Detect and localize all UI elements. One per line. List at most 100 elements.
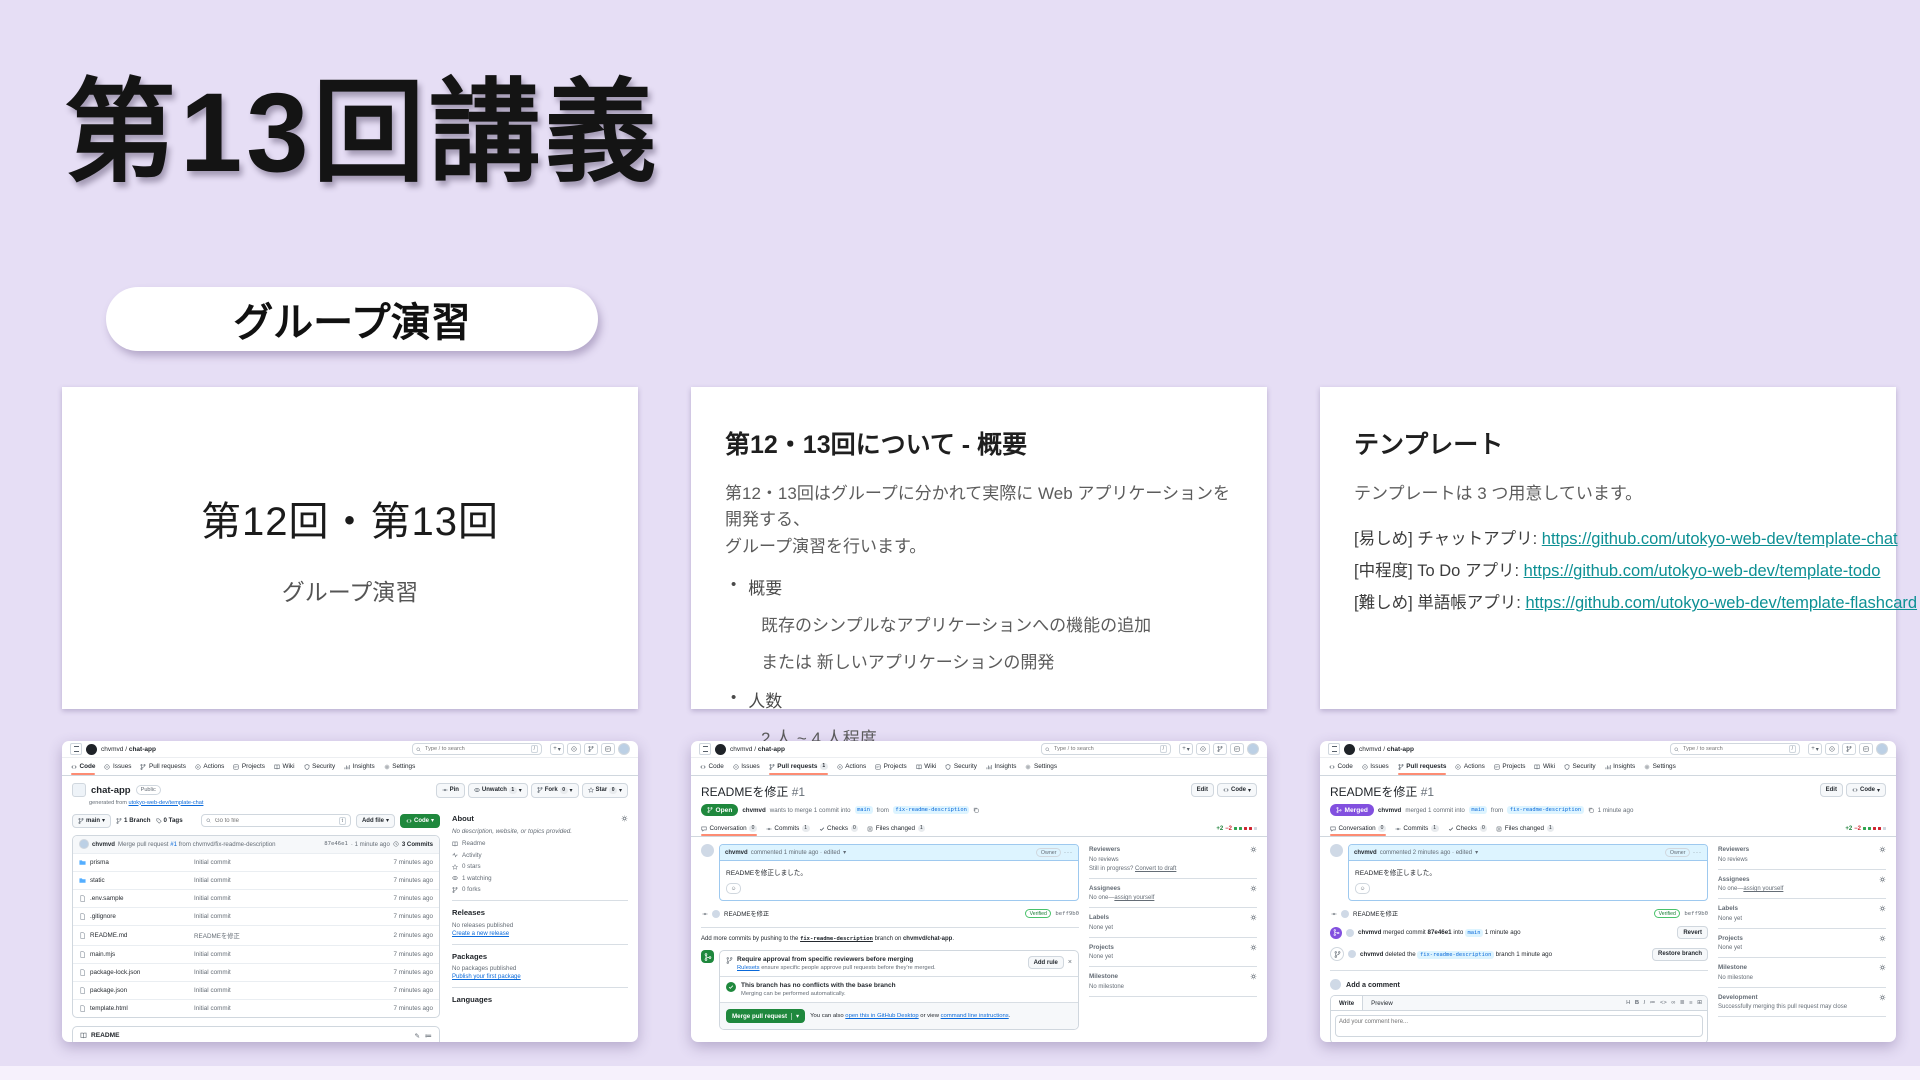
global-search[interactable]: / — [1041, 743, 1171, 755]
tab-wiki[interactable]: Wiki — [274, 758, 295, 775]
commit-hash[interactable]: 87e46e1 — [324, 841, 348, 847]
issues-icon-button[interactable] — [1196, 743, 1210, 755]
stars-link[interactable]: 0 stars — [452, 863, 628, 870]
pull-requests-icon-button[interactable] — [584, 743, 598, 755]
tab-settings[interactable]: Settings — [384, 758, 416, 775]
inbox-icon-button[interactable] — [1859, 743, 1873, 755]
pull-requests-icon-button[interactable] — [1213, 743, 1227, 755]
gear-icon[interactable] — [1879, 876, 1886, 883]
gear-icon[interactable] — [1879, 964, 1886, 971]
github-logo-icon[interactable] — [86, 744, 97, 755]
numbered-list-icon[interactable]: ≣ — [1680, 1000, 1685, 1006]
edit-button[interactable]: Edit — [1820, 783, 1843, 797]
outline-icon[interactable]: ≔ — [425, 1032, 432, 1040]
tab-insights[interactable]: Insights — [344, 758, 375, 775]
breadcrumb[interactable]: chvmvd / chat-app — [730, 746, 785, 753]
quote-icon[interactable]: ≔ — [1650, 1000, 1656, 1006]
tab-checks[interactable]: Checks0 — [819, 821, 859, 836]
tab-pull-requests[interactable]: Pull requests1 — [769, 758, 828, 775]
template-chat-link[interactable]: https://github.com/utokyo-web-dev/templa… — [1542, 530, 1898, 548]
github-logo-icon[interactable] — [1344, 744, 1355, 755]
commit-hash[interactable]: beff9b0 — [1055, 911, 1079, 917]
create-new-button[interactable]: +▾ — [1808, 743, 1822, 755]
tab-projects[interactable]: Projects — [1494, 758, 1526, 775]
template-flashcard-link[interactable]: https://github.com/utokyo-web-dev/templa… — [1525, 594, 1917, 612]
hamburger-icon[interactable] — [70, 743, 82, 755]
tasklist-icon[interactable]: ⊞ — [1697, 1000, 1702, 1006]
edit-button[interactable]: Edit — [1191, 783, 1214, 797]
template-source-link[interactable]: utokyo-web-dev/template-chat — [129, 800, 204, 806]
global-search[interactable]: / — [412, 743, 542, 755]
gear-icon[interactable] — [1250, 885, 1257, 892]
tab-security[interactable]: Security — [945, 758, 977, 775]
add-file-button[interactable]: Add file▾ — [356, 814, 395, 828]
publish-package-link[interactable]: Publish your first package — [452, 974, 628, 980]
emoji-reaction-button[interactable]: ☺ — [1355, 883, 1370, 894]
tab-security[interactable]: Security — [1564, 758, 1596, 775]
bold-icon[interactable]: B — [1635, 1000, 1639, 1006]
file-row[interactable]: package-lock.jsonInitial commit7 minutes… — [73, 963, 439, 981]
tab-pull-requests[interactable]: Pull requests — [1398, 758, 1447, 775]
breadcrumb[interactable]: chvmvd / chat-app — [1359, 746, 1414, 753]
template-todo-link[interactable]: https://github.com/utokyo-web-dev/templa… — [1524, 562, 1881, 580]
tab-settings[interactable]: Settings — [1025, 758, 1057, 775]
latest-commit-bar[interactable]: chvmvd Merge pull request #1 from chvmvd… — [73, 836, 439, 853]
tab-actions[interactable]: Actions — [195, 758, 224, 775]
commit-author[interactable]: chvmvd — [92, 841, 115, 848]
comment-input[interactable] — [1335, 1015, 1703, 1037]
assign-yourself-link[interactable]: assign yourself — [1114, 895, 1154, 901]
tag-count[interactable]: 0 Tags — [156, 817, 183, 824]
branch-count[interactable]: 1 Branch — [116, 817, 150, 824]
commit-title[interactable]: READMEを修正 — [724, 909, 769, 918]
tab-checks[interactable]: Checks0 — [1448, 821, 1488, 836]
tab-conversation[interactable]: Conversation0 — [1330, 821, 1386, 836]
tab-code[interactable]: Code — [700, 758, 724, 775]
code-button[interactable]: Code▾ — [400, 814, 440, 828]
tab-conversation[interactable]: Conversation0 — [701, 821, 757, 836]
create-new-button[interactable]: +▾ — [550, 743, 564, 755]
gear-icon[interactable] — [1250, 846, 1257, 853]
gear-icon[interactable] — [1879, 935, 1886, 942]
tab-commits[interactable]: Commits1 — [1395, 821, 1439, 836]
go-to-file-search[interactable]: t — [201, 814, 351, 827]
unwatch-button[interactable]: Unwatch1▾ — [468, 783, 528, 798]
repo-name[interactable]: chat-app — [91, 785, 131, 796]
cli-instructions-link[interactable]: command line instructions — [941, 1013, 1009, 1019]
user-avatar[interactable] — [1876, 743, 1888, 755]
commit-count[interactable]: 3 Commits — [402, 841, 433, 848]
base-branch-chip[interactable]: main — [855, 806, 873, 814]
edit-readme-icon[interactable]: ✎ — [414, 1032, 420, 1040]
bullet-list-icon[interactable]: ≡ — [1689, 1000, 1692, 1006]
fork-button[interactable]: Fork0▾ — [531, 783, 579, 798]
create-release-link[interactable]: Create a new release — [452, 931, 628, 937]
gear-icon[interactable] — [1250, 973, 1257, 980]
tab-settings[interactable]: Settings — [1644, 758, 1676, 775]
issues-icon-button[interactable] — [1825, 743, 1839, 755]
gear-icon[interactable] — [1250, 944, 1257, 951]
search-input[interactable] — [1681, 745, 1787, 753]
commit-title[interactable]: READMEを修正 — [1353, 909, 1398, 918]
italic-icon[interactable]: I — [1644, 1000, 1646, 1006]
kebab-menu-icon[interactable]: ··· — [1064, 850, 1073, 856]
releases-heading[interactable]: Releases — [452, 908, 628, 917]
code-button[interactable]: Code▾ — [1217, 783, 1257, 797]
activity-link[interactable]: Activity — [452, 852, 628, 859]
user-avatar[interactable] — [1247, 743, 1259, 755]
tab-wiki[interactable]: Wiki — [916, 758, 937, 775]
rulesets-link[interactable]: Rulesets — [737, 965, 760, 971]
merge-pull-request-button[interactable]: Merge pull request▾ — [726, 1009, 805, 1023]
go-to-file-input[interactable] — [213, 817, 337, 825]
tab-issues[interactable]: Issues — [1362, 758, 1389, 775]
tab-issues[interactable]: Issues — [733, 758, 760, 775]
write-tab[interactable]: Write — [1331, 996, 1363, 1010]
revert-button[interactable]: Revert — [1677, 926, 1708, 939]
file-row[interactable]: prismaInitial commit7 minutes ago — [73, 853, 439, 871]
tab-wiki[interactable]: Wiki — [1534, 758, 1555, 775]
comment-avatar[interactable] — [1330, 844, 1343, 857]
tab-insights[interactable]: Insights — [986, 758, 1017, 775]
commit-message[interactable]: Merge pull request #1 from chvmvd/fix-re… — [118, 841, 276, 848]
tab-projects[interactable]: Projects — [233, 758, 265, 775]
tab-projects[interactable]: Projects — [875, 758, 907, 775]
file-row[interactable]: package.jsonInitial commit7 minutes ago — [73, 981, 439, 999]
breadcrumb[interactable]: chvmvd / chat-app — [101, 746, 156, 753]
